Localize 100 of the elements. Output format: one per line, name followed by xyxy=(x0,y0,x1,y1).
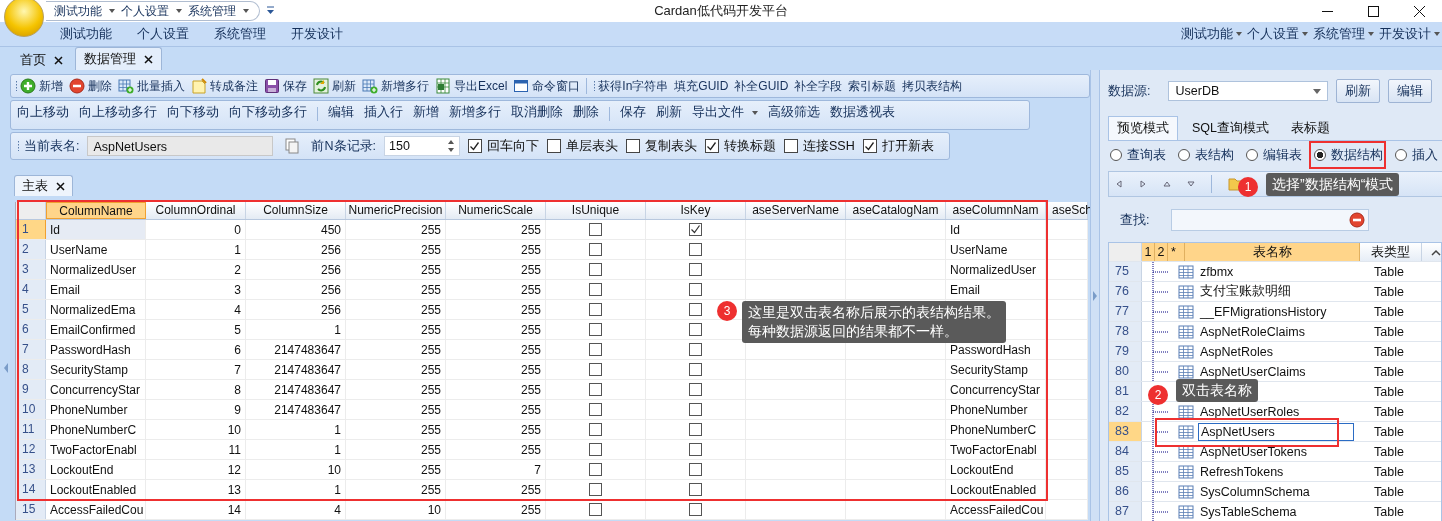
table-name[interactable]: __EFMigrationsHistory xyxy=(1198,303,1329,320)
checkbox[interactable] xyxy=(589,223,602,236)
row-number[interactable]: 87 xyxy=(1109,502,1142,521)
radio-button[interactable] xyxy=(1178,149,1190,161)
row-number[interactable]: 81 xyxy=(1109,382,1142,401)
checkbox[interactable] xyxy=(589,283,602,296)
menu-item[interactable]: 个人设置 xyxy=(137,25,189,43)
checkbox[interactable]: 复制表头 xyxy=(626,137,697,155)
quick-access-menu[interactable]: 系统管理 xyxy=(188,2,249,20)
radio-button[interactable] xyxy=(1246,149,1258,161)
toolbar-button[interactable]: 导出Excel xyxy=(435,77,508,95)
toolbar-button[interactable]: 保存 xyxy=(620,104,646,121)
toolbar-button[interactable]: 取消删除 xyxy=(511,104,563,121)
checkbox-box[interactable] xyxy=(784,139,798,153)
toolbar-button[interactable]: 索引标题 xyxy=(848,77,897,95)
splitter-handle[interactable] xyxy=(1090,70,1100,521)
checkbox[interactable] xyxy=(589,503,602,516)
toolbar-button[interactable]: 删除 xyxy=(69,77,112,95)
row-number[interactable]: 15 xyxy=(16,500,46,519)
data-source-dropdown[interactable]: UserDB xyxy=(1168,81,1329,101)
toolbar-button[interactable]: 删除 xyxy=(573,104,599,121)
checkbox[interactable]: 单层表头 xyxy=(547,137,618,155)
row-number[interactable]: 3 xyxy=(16,260,46,279)
row-number[interactable]: 76 xyxy=(1109,282,1142,301)
column-header[interactable]: ColumnSize xyxy=(246,202,346,219)
mode-tab[interactable]: SQL查询模式 xyxy=(1184,117,1277,140)
toolbar-button[interactable]: 插入行 xyxy=(364,104,403,121)
checkbox[interactable] xyxy=(589,463,602,476)
radio-button[interactable] xyxy=(1314,149,1326,161)
document-tab[interactable]: 首页 xyxy=(12,50,71,70)
row-number[interactable]: 9 xyxy=(16,380,46,399)
checkbox[interactable]: 转换标题 xyxy=(705,137,776,155)
table-name[interactable]: RefreshTokens xyxy=(1198,463,1286,480)
menu-item[interactable]: 开发设计 xyxy=(291,25,343,43)
checkbox[interactable] xyxy=(589,403,602,416)
toolbar-button[interactable]: 新增多行 xyxy=(449,104,501,121)
row-number[interactable]: 13 xyxy=(16,460,46,479)
table-name[interactable]: AspNetRoles xyxy=(1198,343,1275,360)
toolbar-button[interactable]: 命令窗口 xyxy=(513,77,581,95)
toolbar-button[interactable]: 高级筛选 xyxy=(768,104,820,121)
menu-dropdown[interactable]: 个人设置 xyxy=(1247,25,1308,43)
toolbar-button[interactable]: 保存 xyxy=(264,77,307,95)
menu-dropdown[interactable]: 系统管理 xyxy=(1313,25,1374,43)
search-field[interactable] xyxy=(1171,209,1370,231)
column-header[interactable]: IsKey xyxy=(646,202,746,219)
row-number[interactable]: 4 xyxy=(16,280,46,299)
radio-button[interactable] xyxy=(1110,149,1122,161)
row-number[interactable]: 85 xyxy=(1109,462,1142,481)
checkbox[interactable] xyxy=(689,423,702,436)
quick-access-menu[interactable]: 个人设置 xyxy=(121,2,182,20)
column-header[interactable]: aseCatalogNam xyxy=(846,202,946,219)
radio-option[interactable]: 插入 xyxy=(1395,146,1438,164)
toolbar-button[interactable]: 补全GUID xyxy=(734,77,789,95)
row-number[interactable]: 79 xyxy=(1109,342,1142,361)
button[interactable]: 刷新 xyxy=(1336,79,1381,103)
checkbox[interactable] xyxy=(589,423,602,436)
checkbox-box[interactable] xyxy=(705,139,719,153)
column-header[interactable]: ColumnName xyxy=(46,202,146,219)
checkbox[interactable] xyxy=(689,243,702,256)
table-name-field[interactable]: AspNetUsers xyxy=(87,136,274,156)
row-number[interactable]: 8 xyxy=(16,360,46,379)
checkbox[interactable] xyxy=(589,243,602,256)
toolbar-button[interactable]: 填充GUID xyxy=(674,77,729,95)
checkbox[interactable] xyxy=(689,223,702,236)
row-number[interactable]: 75 xyxy=(1109,262,1142,281)
quick-access-menu[interactable]: 测试功能 xyxy=(54,2,115,20)
checkbox[interactable] xyxy=(589,323,602,336)
table-name[interactable]: AspNetUserRoles xyxy=(1198,403,1302,420)
menu-dropdown[interactable]: 开发设计 xyxy=(1379,25,1440,43)
checkbox[interactable] xyxy=(689,383,702,396)
row-number[interactable]: 6 xyxy=(16,320,46,339)
toolbar-button[interactable]: 刷新 xyxy=(656,104,682,121)
radio-button[interactable] xyxy=(1395,149,1407,161)
mode-tab[interactable]: 预览模式 xyxy=(1108,116,1178,140)
checkbox[interactable]: 连接SSH xyxy=(784,137,855,155)
record-count-spinner[interactable]: 150 xyxy=(384,136,460,156)
radio-option[interactable]: 查询表 xyxy=(1110,146,1166,164)
radio-option[interactable]: 表结构 xyxy=(1178,146,1234,164)
row-number[interactable]: 86 xyxy=(1109,482,1142,501)
document-tab[interactable]: 数据管理 xyxy=(75,47,162,70)
row-number[interactable]: 78 xyxy=(1109,322,1142,341)
checkbox[interactable]: 打开新表 xyxy=(862,137,934,155)
toolbar-button[interactable]: 向下移动 xyxy=(167,104,219,121)
checkbox[interactable] xyxy=(589,303,602,316)
menu-item[interactable]: 系统管理 xyxy=(214,25,266,43)
table-name[interactable]: AspNetRoleClaims xyxy=(1198,323,1307,340)
checkbox[interactable]: 回车向下 xyxy=(468,137,539,155)
checkbox[interactable] xyxy=(689,443,702,456)
table-name[interactable]: zfbmx xyxy=(1198,263,1236,280)
table-name[interactable]: 支付宝账款明细 xyxy=(1198,282,1293,301)
menu-dropdown[interactable]: 测试功能 xyxy=(1181,25,1242,43)
checkbox-box[interactable] xyxy=(468,139,482,153)
toolbar-button[interactable]: 编辑 xyxy=(328,104,354,121)
row-number[interactable]: 77 xyxy=(1109,302,1142,321)
column-header[interactable]: 1 xyxy=(1142,243,1155,261)
toolbar-button[interactable]: 刷新 xyxy=(313,77,356,95)
toolbar-button[interactable]: 批量插入 xyxy=(118,77,185,95)
checkbox[interactable] xyxy=(589,343,602,356)
toolbar-button[interactable]: 新增 xyxy=(413,104,439,121)
row-number[interactable]: 12 xyxy=(16,440,46,459)
